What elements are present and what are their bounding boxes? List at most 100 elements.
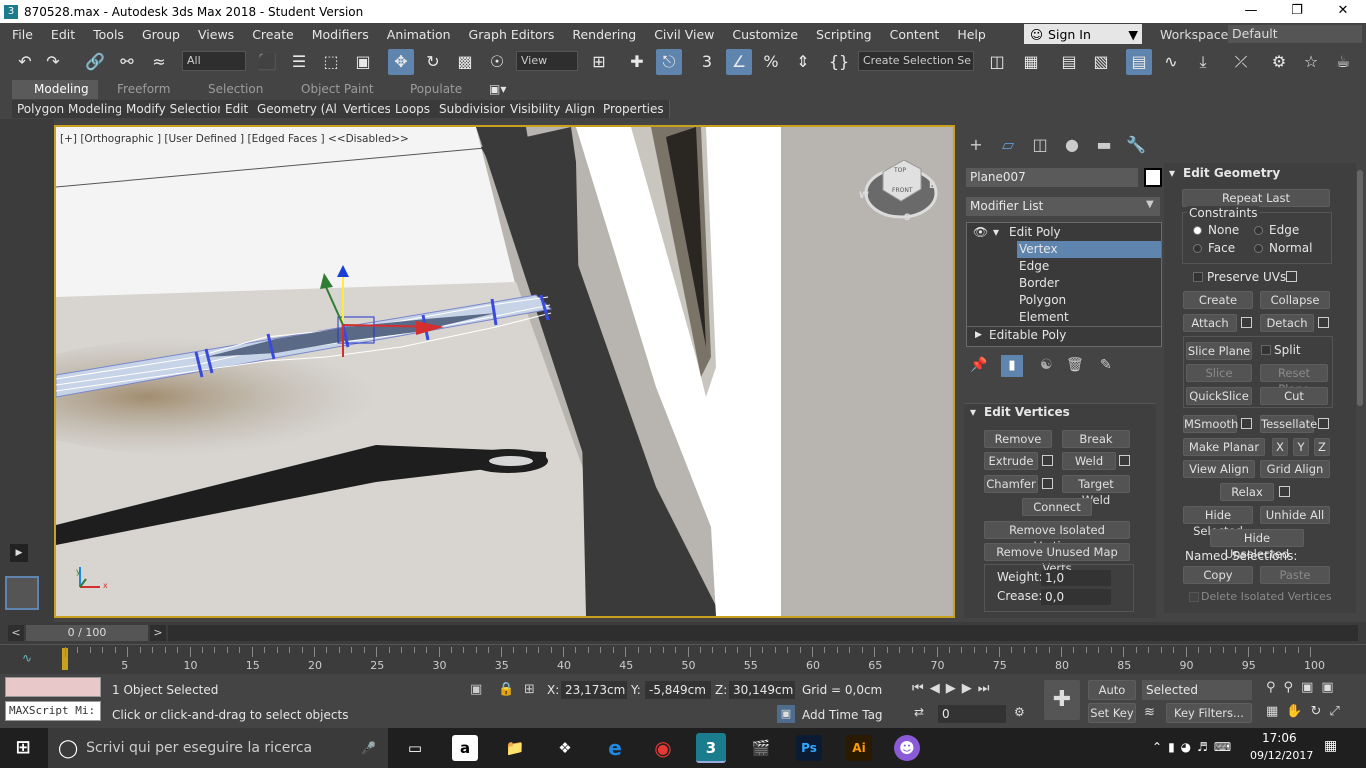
select-by-name-icon[interactable]: ☰ [286, 49, 312, 75]
viewport-layout-thumb[interactable] [5, 576, 39, 610]
rectangular-region-icon[interactable]: ⬚ [318, 49, 344, 75]
key-filter-icon[interactable]: ≋ [1144, 705, 1155, 720]
align-icon[interactable]: ▦ [1018, 49, 1044, 75]
render-setup-icon[interactable]: ⚙ [1266, 49, 1292, 75]
slice-button[interactable]: Slice [1186, 364, 1252, 382]
add-time-tag-button[interactable]: Add Time Tag [802, 708, 883, 722]
ribbon-tab-object-paint[interactable]: Object Paint [301, 80, 374, 99]
select-scale-icon[interactable]: ▩ [452, 49, 478, 75]
notifications-icon[interactable]: ▦ [1324, 738, 1337, 754]
collapsed-arrow-icon[interactable]: ▶ [975, 327, 982, 344]
constraint-edge-radio[interactable] [1254, 226, 1263, 235]
time-tag-icon[interactable]: ▣ [777, 705, 795, 723]
illustrator-icon[interactable]: Ai [846, 735, 872, 761]
make-planar-x-button[interactable]: X [1272, 438, 1288, 456]
show-end-result-icon[interactable]: ▮ [1001, 355, 1023, 377]
zoom-all-icon[interactable]: ⚲ [1284, 680, 1302, 695]
menu-tools[interactable]: Tools [84, 27, 133, 42]
bind-space-warp-icon[interactable]: ≈ [146, 49, 172, 75]
sign-in-button[interactable]: ☺ Sign In ▼ [1024, 24, 1142, 44]
snaps-toggle-icon[interactable]: 3 [694, 49, 720, 75]
y-coord-field[interactable]: -5,849cm [645, 681, 711, 699]
ribbon-visibility[interactable]: Visibility [505, 100, 567, 118]
maximize-viewport-icon[interactable]: ⤢ [1329, 704, 1347, 719]
stack-edge[interactable]: Edge [1019, 258, 1049, 275]
keyboard-icon[interactable]: ⌨ [1214, 740, 1237, 754]
object-name-field[interactable]: Plane007 [966, 168, 1138, 187]
edit-geometry-title[interactable]: Edit Geometry [1183, 166, 1280, 180]
ribbon-geometry-all[interactable]: Geometry (All) [252, 100, 351, 118]
previous-frame-icon[interactable]: ◀ [930, 681, 946, 696]
chamfer-button[interactable]: Chamfer [984, 475, 1038, 493]
break-button[interactable]: Break [1062, 430, 1130, 448]
stack-polygon[interactable]: Polygon [1019, 292, 1066, 309]
set-key-button[interactable]: Set Key [1088, 703, 1136, 723]
stack-element[interactable]: Element [1019, 309, 1069, 326]
modifier-list-select[interactable]: Modifier List [966, 197, 1160, 216]
make-planar-z-button[interactable]: Z [1314, 438, 1330, 456]
time-slider-prev-icon[interactable]: < [8, 625, 24, 641]
cut-button[interactable]: Cut [1260, 387, 1328, 405]
remove-button[interactable]: Remove [984, 430, 1052, 448]
absolute-mode-icon[interactable]: ⊞ [524, 682, 535, 697]
3ds-max-taskbar-icon[interactable]: 3 [696, 733, 726, 763]
weld-settings-icon[interactable] [1119, 455, 1130, 466]
edge-browser-icon[interactable]: e [600, 733, 630, 763]
msmooth-button[interactable]: MSmooth [1183, 415, 1238, 433]
ribbon-properties[interactable]: Properties [598, 100, 670, 118]
stack-vertex[interactable]: Vertex [1017, 241, 1161, 258]
stack-edit-poly[interactable]: Edit Poly [1009, 224, 1061, 241]
collapse-icon[interactable]: ▾ [970, 405, 976, 419]
material-editor-icon[interactable]: ⤫ [1228, 49, 1254, 75]
auto-key-button[interactable]: Auto Key [1088, 680, 1136, 715]
wifi-icon[interactable]: ◕ [1181, 740, 1197, 754]
crease-spinner[interactable]: 0,0 [1041, 589, 1111, 605]
repeat-last-button[interactable]: Repeat Last [1182, 189, 1330, 207]
play-layout-icon[interactable]: ▶ [10, 544, 28, 562]
paste-button[interactable]: Paste [1260, 566, 1330, 584]
volume-icon[interactable]: ♬ [1197, 740, 1214, 754]
link-icon[interactable]: 🔗 [82, 49, 108, 75]
mirror-icon[interactable]: ◫ [984, 49, 1010, 75]
zoom-extents-icon[interactable]: ▣ [1301, 680, 1321, 695]
hierarchy-tab-icon[interactable]: ◫ [1028, 135, 1052, 155]
edit-named-selection-icon[interactable]: {} [826, 49, 852, 75]
view-align-button[interactable]: View Align [1183, 460, 1255, 478]
weld-button[interactable]: Weld [1062, 452, 1116, 470]
split-checkbox[interactable] [1261, 345, 1271, 355]
extrude-settings-icon[interactable] [1042, 455, 1053, 466]
menu-content[interactable]: Content [881, 27, 949, 42]
taskbar-search-box[interactable]: ◯ Scrivi qui per eseguire la ricerca 🎤 [48, 728, 388, 768]
battery-icon[interactable]: ▮ [1168, 740, 1181, 754]
scene-explorer-icon[interactable]: ▤ [1056, 49, 1082, 75]
pan-icon[interactable]: ✋ [1286, 704, 1310, 719]
clock-time[interactable]: 17:06 [1262, 731, 1297, 745]
connect-button[interactable]: Connect [1022, 498, 1092, 516]
play-icon[interactable]: ▶ [946, 681, 962, 696]
keyboard-shortcut-override-icon[interactable]: ⎋ [656, 49, 682, 75]
isolate-selection-icon[interactable]: ▣ [470, 682, 482, 697]
preserve-uvs-checkbox[interactable] [1193, 272, 1203, 282]
eye-icon[interactable]: 👁 [973, 224, 988, 241]
movie-maker-icon[interactable]: 🎬 [746, 733, 776, 763]
maximize-button[interactable]: ❐ [1274, 0, 1320, 23]
viewport-orthographic[interactable]: [+] [Orthographic ] [User Defined ] [Edg… [54, 125, 955, 618]
menu-group[interactable]: Group [133, 27, 189, 42]
workspace-select[interactable]: Default [1228, 25, 1362, 43]
zoom-icon[interactable]: ⚲ [1266, 680, 1284, 695]
rendered-frame-window-icon[interactable]: ☆ [1298, 49, 1324, 75]
make-planar-y-button[interactable]: Y [1293, 438, 1309, 456]
selection-lock-icon[interactable]: 🔒 [498, 682, 514, 697]
schematic-view-icon[interactable]: ⤓ [1190, 49, 1216, 75]
menu-civil-view[interactable]: Civil View [645, 27, 723, 42]
detach-button[interactable]: Detach [1260, 314, 1314, 332]
menu-animation[interactable]: Animation [378, 27, 460, 42]
grid-align-button[interactable]: Grid Align [1260, 460, 1330, 478]
selection-filter-select[interactable]: All [182, 51, 246, 71]
set-key-big-icon[interactable]: ✚ [1044, 680, 1080, 720]
remove-unused-map-verts-button[interactable]: Remove Unused Map Verts [984, 543, 1130, 575]
time-configuration-icon[interactable]: ⚙ [1014, 705, 1025, 719]
time-slider-track[interactable] [168, 625, 1358, 641]
menu-edit[interactable]: Edit [42, 27, 84, 42]
key-filters-button[interactable]: Key Filters... [1166, 703, 1252, 723]
